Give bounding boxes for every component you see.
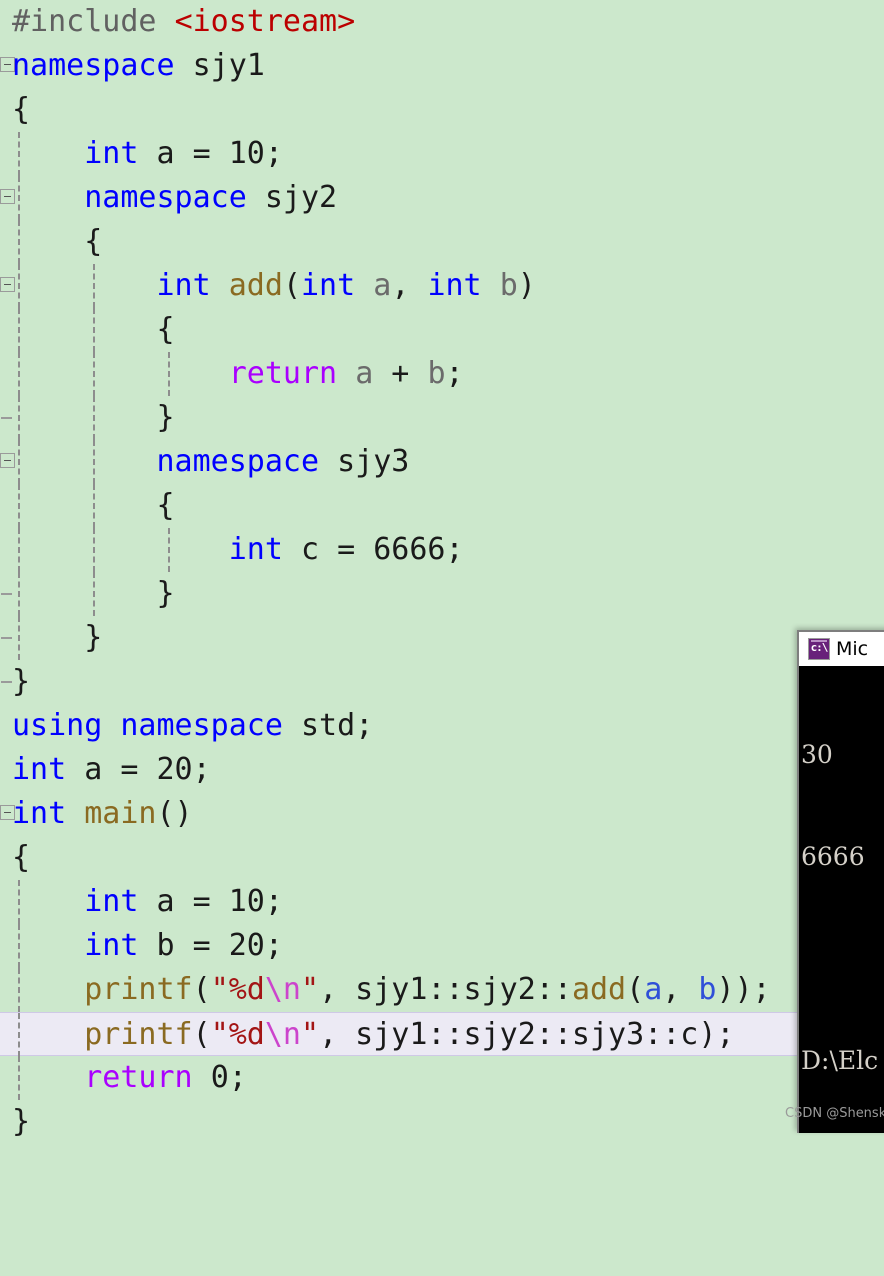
code-line[interactable]: int c = 6666;	[0, 528, 884, 572]
console-output-line: 30	[801, 740, 833, 769]
code-text: {	[12, 488, 175, 523]
code-text: return 0;	[84, 1060, 247, 1095]
gutter[interactable]	[0, 968, 12, 1012]
code-text: }	[12, 400, 175, 435]
debug-console-window[interactable]: c:\ Mic 30 6666 D:\Elc 按任意	[797, 630, 884, 1133]
code-text: }	[12, 620, 103, 655]
gutter[interactable]	[0, 1056, 12, 1100]
gutter[interactable]	[0, 1013, 12, 1057]
code-text: int add(int a, int b)	[156, 268, 536, 303]
code-line[interactable]: {	[0, 88, 884, 132]
code-text: using namespace std;	[12, 708, 374, 743]
console-titlebar[interactable]: c:\ Mic	[799, 632, 884, 666]
code-text: printf("%d\n", sjy1::sjy2::sjy3::c);	[84, 1017, 735, 1052]
console-output-line: 6666	[801, 842, 865, 871]
code-text: int b = 20;	[84, 928, 283, 963]
code-line[interactable]: int add(int a, int b)	[0, 264, 884, 308]
code-line[interactable]: }	[0, 660, 884, 704]
code-editor[interactable]: #include <iostream> namespace sjy1 { int…	[0, 0, 884, 1139]
code-text: int main()	[12, 796, 193, 831]
code-line[interactable]: {	[0, 308, 884, 352]
code-line[interactable]: return a + b;	[0, 352, 884, 396]
code-text: namespace sjy3	[156, 444, 410, 479]
gutter[interactable]	[0, 308, 12, 352]
code-line[interactable]: #include <iostream>	[0, 0, 884, 44]
gutter[interactable]	[0, 0, 12, 44]
gutter[interactable]	[0, 396, 12, 440]
gutter[interactable]	[0, 528, 12, 572]
code-text: int a = 20;	[12, 752, 211, 787]
console-output-blank	[801, 942, 884, 976]
code-text: }	[12, 1104, 31, 1139]
code-line[interactable]: using namespace std;	[0, 704, 884, 748]
code-text: }	[12, 576, 175, 611]
code-line[interactable]: int b = 20;	[0, 924, 884, 968]
fold-end-marker	[1, 681, 12, 683]
code-text: int c = 6666;	[228, 532, 464, 567]
code-line[interactable]: return 0;	[0, 1056, 884, 1100]
gutter[interactable]	[0, 484, 12, 528]
code-text: {	[12, 224, 103, 259]
gutter[interactable]	[0, 572, 12, 616]
code-text: namespace sjy1	[12, 48, 265, 83]
code-text: namespace sjy2	[84, 180, 338, 215]
gutter[interactable]	[0, 264, 15, 308]
code-line[interactable]: printf("%d\n", sjy1::sjy2::add(a, b));	[0, 968, 884, 1012]
gutter[interactable]	[0, 176, 15, 220]
fold-end-marker	[1, 417, 12, 419]
gutter[interactable]	[0, 748, 12, 792]
gutter[interactable]	[0, 352, 12, 396]
code-line[interactable]: int a = 10;	[0, 880, 884, 924]
code-line[interactable]: namespace sjy1	[0, 44, 884, 88]
code-line[interactable]: {	[0, 484, 884, 528]
console-title: Mic	[836, 638, 869, 660]
gutter[interactable]	[0, 836, 12, 880]
code-text: #include <iostream>	[12, 4, 356, 39]
code-line[interactable]: }	[0, 572, 884, 616]
fold-end-marker	[1, 593, 12, 595]
code-line[interactable]: int main()	[0, 792, 884, 836]
gutter[interactable]	[0, 880, 12, 924]
code-text: }	[12, 664, 31, 699]
gutter[interactable]	[0, 704, 12, 748]
command-prompt-icon: c:\	[808, 638, 830, 660]
watermark: CSDN @Shensk	[785, 1106, 884, 1121]
code-text: int a = 10;	[84, 136, 283, 171]
gutter[interactable]	[0, 88, 12, 132]
code-line[interactable]: int a = 10;	[0, 132, 884, 176]
code-text: {	[12, 840, 31, 875]
code-text: {	[12, 312, 175, 347]
gutter[interactable]	[0, 924, 12, 968]
console-output-line: D:\Elc	[801, 1046, 879, 1075]
code-text: printf("%d\n", sjy1::sjy2::add(a, b));	[84, 972, 771, 1007]
gutter[interactable]	[0, 440, 15, 484]
gutter[interactable]	[0, 660, 12, 704]
code-line[interactable]: }	[0, 616, 884, 660]
code-line-current[interactable]: printf("%d\n", sjy1::sjy2::sjy3::c);	[0, 1012, 884, 1057]
code-line[interactable]: {	[0, 220, 884, 264]
gutter[interactable]	[0, 44, 15, 88]
gutter[interactable]	[0, 616, 12, 660]
code-line[interactable]: int a = 20;	[0, 748, 884, 792]
code-line[interactable]: }	[0, 396, 884, 440]
gutter[interactable]	[0, 1100, 12, 1144]
code-line[interactable]: namespace sjy2	[0, 176, 884, 220]
code-line[interactable]: namespace sjy3	[0, 440, 884, 484]
gutter[interactable]	[0, 132, 12, 176]
gutter[interactable]	[0, 220, 12, 264]
code-text: {	[12, 92, 31, 127]
command-prompt-glyph: c:\	[810, 641, 829, 654]
gutter[interactable]	[0, 792, 15, 836]
fold-end-marker	[1, 637, 12, 639]
code-line[interactable]: }	[0, 1100, 884, 1144]
code-text: return a + b;	[228, 356, 464, 391]
console-output: 30 6666 D:\Elc 按任意	[799, 666, 884, 1133]
code-text: int a = 10;	[84, 884, 283, 919]
code-line[interactable]: {	[0, 836, 884, 880]
